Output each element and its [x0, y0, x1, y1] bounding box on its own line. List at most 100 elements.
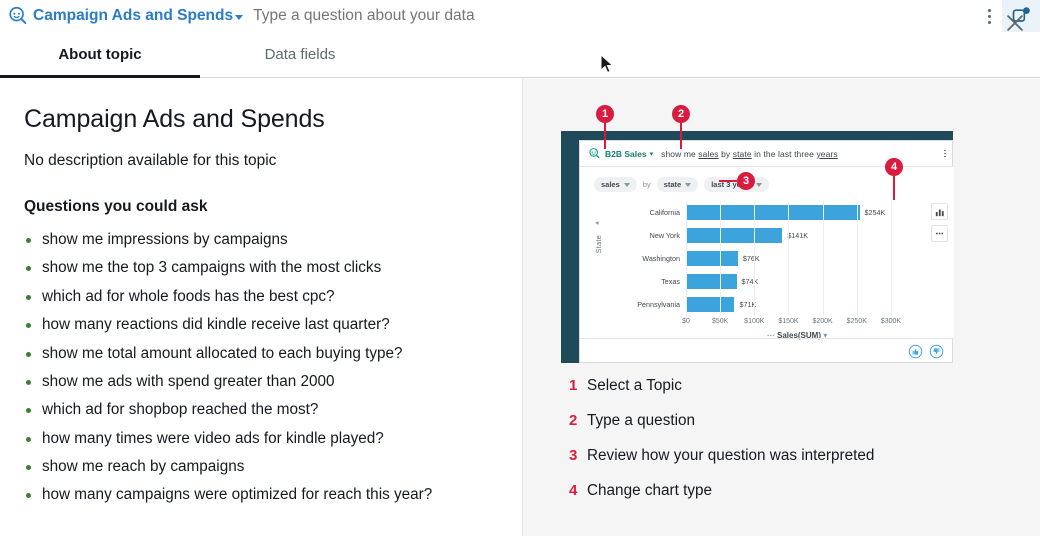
callout-1-number: 1	[596, 105, 614, 123]
sample-question-item[interactable]: how many campaigns were optimized for re…	[24, 485, 498, 505]
thumbs-down-icon[interactable]	[929, 344, 944, 359]
grid-line	[857, 201, 858, 316]
bar-value-label: $76K	[743, 254, 760, 263]
grid-line	[686, 201, 687, 316]
callout-3: 3	[719, 172, 755, 190]
bar-chart-icon[interactable]	[931, 203, 948, 220]
sample-question-item[interactable]: how many times were video ads for kindle…	[24, 429, 498, 449]
step-number: 2	[569, 412, 587, 429]
y-axis-title: State	[594, 235, 603, 254]
sample-question-item[interactable]: show me ads with spend greater than 2000	[24, 372, 498, 392]
step-number: 3	[569, 447, 587, 464]
question-text-part: in the last three	[752, 149, 817, 159]
x-axis-tick-labels: $0$50K$100K$150K$200K$250K$300K	[686, 318, 908, 330]
question-input[interactable]	[253, 7, 976, 25]
question-entity: years	[816, 149, 837, 159]
grid-line	[754, 201, 755, 316]
grid-line	[823, 201, 824, 316]
x-axis-tick-label: $300K	[881, 318, 901, 325]
grid-line	[891, 201, 892, 316]
tab-about-topic-label: About topic	[58, 46, 141, 63]
y-axis-tick-label: Pennsylvania	[608, 293, 684, 316]
callout-1: 1	[596, 105, 614, 149]
topic-selector-label: Campaign Ads and Spends	[33, 7, 233, 25]
topic-selector-button[interactable]: Campaign Ads and Spends	[33, 7, 243, 25]
bar-value-label: $141K	[787, 231, 808, 240]
more-vertical-icon[interactable]	[976, 1, 1002, 31]
step-item: 2Type a question	[569, 412, 1009, 430]
page-title: Campaign Ads and Spends	[24, 105, 498, 134]
interpretation-pill[interactable]: state	[657, 177, 699, 192]
step-text: Type a question	[587, 412, 695, 430]
close-icon[interactable]	[1000, 8, 1030, 38]
topic-description: No description available for this topic	[24, 152, 498, 170]
interpretation-pill[interactable]: sales	[594, 177, 637, 192]
topic-details-panel: Campaign Ads and Spends No description a…	[0, 79, 522, 536]
step-text: Review how your question was interpreted	[587, 447, 874, 465]
chevron-right-icon: ▾	[593, 221, 601, 225]
sample-question-item[interactable]: show me reach by campaigns	[24, 457, 498, 477]
step-item: 1Select a Topic	[569, 377, 1009, 395]
bar-chart: ▾ State CaliforniaNew YorkWashingtonTexa…	[594, 201, 924, 326]
grid-line	[788, 201, 789, 316]
x-axis-tick-label: $0	[682, 318, 690, 325]
question-entity: state	[733, 149, 752, 159]
question-text-part: show me	[661, 149, 698, 159]
bar-value-label: $74K	[742, 277, 759, 286]
tab-bar: About topic Data fields	[0, 32, 1040, 78]
bar[interactable]	[686, 297, 734, 312]
question-text-part: by	[719, 149, 733, 159]
thumbs-up-icon[interactable]	[908, 344, 923, 359]
tab-data-fields-label: Data fields	[265, 46, 336, 63]
sample-question-item[interactable]: show me total amount allocated to each b…	[24, 344, 498, 364]
bar[interactable]	[686, 274, 737, 289]
bar[interactable]	[686, 228, 782, 243]
step-text: Select a Topic	[587, 377, 682, 395]
bar-value-label: $254K	[865, 208, 886, 217]
bar[interactable]	[686, 251, 738, 266]
y-axis-tick-label: Texas	[608, 270, 684, 293]
chart-tools	[931, 203, 948, 242]
chevron-down-icon	[756, 183, 762, 187]
chevron-down-icon	[235, 15, 243, 20]
x-axis-tick-label: $100K	[744, 318, 764, 325]
q-search-icon[interactable]	[3, 1, 33, 31]
illustration-question-text: show me sales by state in the last three…	[661, 149, 838, 159]
chevron-down-icon	[685, 183, 691, 187]
step-item: 3Review how your question was interprete…	[569, 447, 1009, 465]
chevron-down-icon: ▾	[650, 150, 654, 158]
grid-line	[720, 201, 721, 316]
x-axis-tick-label: $250K	[847, 318, 867, 325]
bar[interactable]	[686, 205, 860, 220]
y-axis-tick-labels: CaliforniaNew YorkWashingtonTexasPennsyl…	[608, 201, 684, 316]
step-number: 1	[569, 377, 587, 394]
callout-4-number: 4	[885, 158, 903, 176]
tab-about-topic[interactable]: About topic	[0, 32, 200, 77]
x-axis-tick-label: $150K	[778, 318, 798, 325]
tab-data-fields[interactable]: Data fields	[200, 32, 400, 77]
q-topic-panel: Campaign Ads and Spends About topic Data…	[0, 0, 1040, 536]
pill-conjunction: by	[643, 180, 651, 189]
callout-4: 4	[885, 158, 903, 200]
how-it-works-panel: B2B Sales ▾ show me sales by state in th…	[522, 79, 1040, 536]
sample-question-item[interactable]: which ad for whole foods has the best cp…	[24, 287, 498, 307]
x-axis-tick-label: $50K	[712, 318, 728, 325]
sample-question-item[interactable]: how many reactions did kindle receive la…	[24, 315, 498, 335]
question-entity: sales	[698, 149, 718, 159]
chevron-down-icon	[624, 183, 630, 187]
sample-question-item[interactable]: which ad for shopbop reached the most?	[24, 400, 498, 420]
top-search-bar: Campaign Ads and Spends	[0, 0, 1040, 32]
steps-list: 1Select a Topic2Type a question3Review h…	[569, 377, 1009, 517]
callout-2: 2	[672, 105, 690, 149]
questions-heading: Questions you could ask	[24, 198, 498, 216]
sample-question-item[interactable]: show me impressions by campaigns	[24, 230, 498, 250]
interpretation-pill-label: sales	[601, 180, 620, 189]
callout-2-number: 2	[672, 105, 690, 123]
illustration-feedback-bar	[580, 338, 954, 364]
x-axis-tick-label: $200K	[812, 318, 832, 325]
plot-area: $254K$141K$76K$74K$71K	[686, 201, 908, 316]
ellipsis-icon[interactable]	[931, 225, 948, 242]
sample-question-item[interactable]: show me the top 3 campaigns with the mos…	[24, 258, 498, 278]
interpretation-pill-label: state	[664, 180, 682, 189]
sample-questions-list: show me impressions by campaigns show me …	[24, 230, 498, 505]
